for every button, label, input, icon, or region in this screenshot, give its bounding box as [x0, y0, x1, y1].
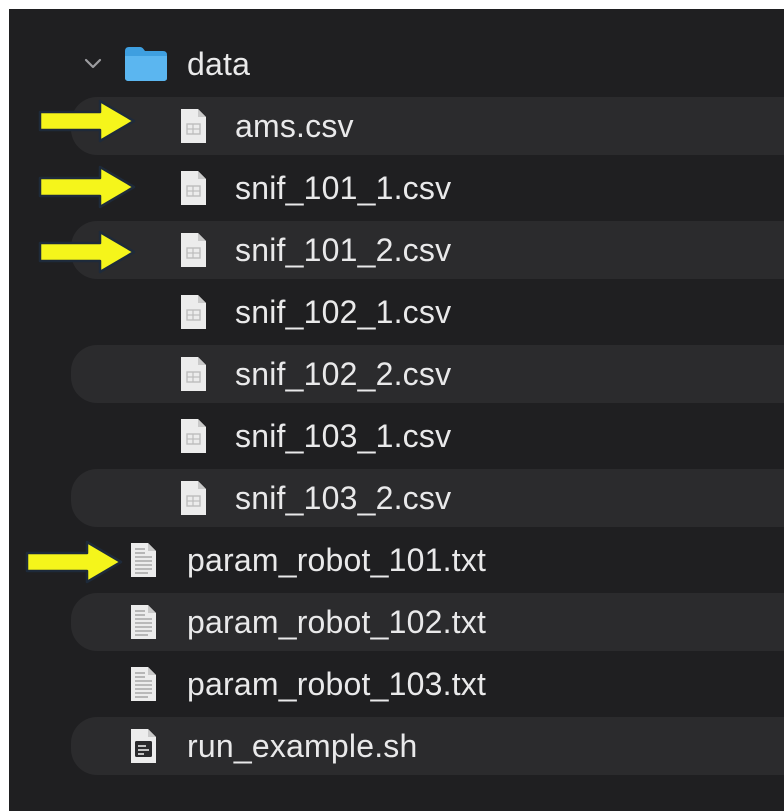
csv-file-icon [175, 413, 211, 459]
csv-file-icon [175, 227, 211, 273]
file-row[interactable]: run_example.sh [9, 715, 784, 777]
arrow-annotation-icon [38, 230, 136, 274]
file-row[interactable]: snif_102_2.csv [9, 343, 784, 405]
file-row[interactable]: param_robot_102.txt [9, 591, 784, 653]
file-label: snif_103_2.csv [235, 480, 452, 516]
arrow-annotation-icon [38, 165, 136, 209]
arrow-annotation-icon [38, 99, 136, 143]
text-file-icon [125, 599, 161, 645]
csv-file-icon [175, 475, 211, 521]
folder-row-data[interactable]: data [9, 33, 784, 95]
arrow-annotation-icon [25, 540, 123, 584]
file-row[interactable]: snif_102_1.csv [9, 281, 784, 343]
text-file-icon [125, 537, 161, 583]
chevron-down-icon[interactable] [79, 50, 107, 78]
csv-file-icon [175, 103, 211, 149]
file-label: snif_101_1.csv [235, 170, 452, 206]
file-row[interactable]: snif_103_1.csv [9, 405, 784, 467]
file-row[interactable]: param_robot_103.txt [9, 653, 784, 715]
file-label: snif_101_2.csv [235, 232, 452, 268]
file-label: run_example.sh [187, 728, 418, 764]
file-label: ams.csv [235, 108, 354, 144]
text-file-icon [125, 661, 161, 707]
file-row[interactable]: param_robot_101.txt [9, 529, 784, 591]
file-label: snif_103_1.csv [235, 418, 452, 454]
shell-script-icon [125, 723, 161, 769]
csv-file-icon [175, 351, 211, 397]
csv-file-icon [175, 289, 211, 335]
file-label: snif_102_1.csv [235, 294, 452, 330]
csv-file-icon [175, 165, 211, 211]
file-label: param_robot_102.txt [187, 604, 487, 640]
file-row[interactable]: snif_103_2.csv [9, 467, 784, 529]
file-label: snif_102_2.csv [235, 356, 452, 392]
file-label: param_robot_103.txt [187, 666, 487, 702]
folder-icon [121, 41, 171, 87]
folder-label: data [187, 46, 251, 82]
file-label: param_robot_101.txt [187, 542, 487, 578]
